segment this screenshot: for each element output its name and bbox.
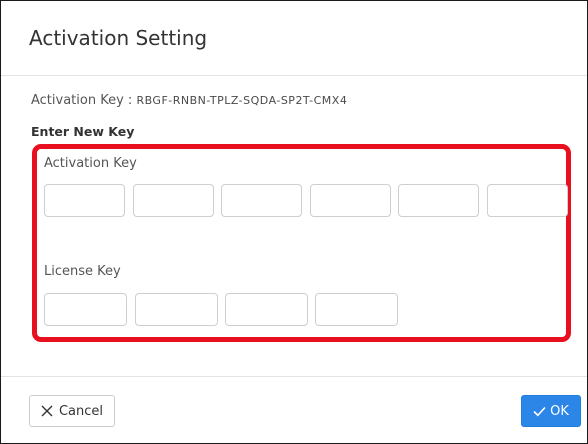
cancel-button[interactable]: Cancel — [29, 395, 115, 427]
activation-key-field-1[interactable] — [44, 184, 125, 217]
activation-key-field-3[interactable] — [221, 184, 302, 217]
current-activation-key: Activation Key : RBGF-RNBN-TPLZ-SQDA-SP2… — [31, 93, 347, 108]
activation-key-field-6[interactable] — [487, 184, 568, 217]
activation-key-field-5[interactable] — [398, 184, 479, 217]
cancel-button-label: Cancel — [58, 403, 104, 419]
license-key-field-1[interactable] — [44, 293, 127, 326]
license-key-field-4[interactable] — [315, 293, 398, 326]
activation-setting-dialog: Activation Setting Activation Key : RBGF… — [0, 0, 588, 444]
activation-key-field-4[interactable] — [310, 184, 391, 217]
activation-key-label: Activation Key — [44, 156, 137, 171]
close-icon — [41, 405, 53, 417]
activation-key-field-2[interactable] — [133, 184, 214, 217]
dialog-title: Activation Setting — [29, 26, 208, 50]
dialog-header: Activation Setting — [1, 1, 587, 76]
license-key-label: License Key — [44, 264, 121, 279]
ok-button-label: OK — [550, 403, 569, 419]
enter-new-key-label: Enter New Key — [31, 124, 135, 139]
license-key-field-2[interactable] — [135, 293, 218, 326]
check-icon — [533, 406, 546, 417]
ok-button[interactable]: OK — [521, 395, 581, 427]
current-key-label: Activation Key : — [31, 93, 137, 108]
current-key-value: RBGF-RNBN-TPLZ-SQDA-SP2T-CMX4 — [136, 94, 348, 107]
license-key-field-3[interactable] — [225, 293, 308, 326]
